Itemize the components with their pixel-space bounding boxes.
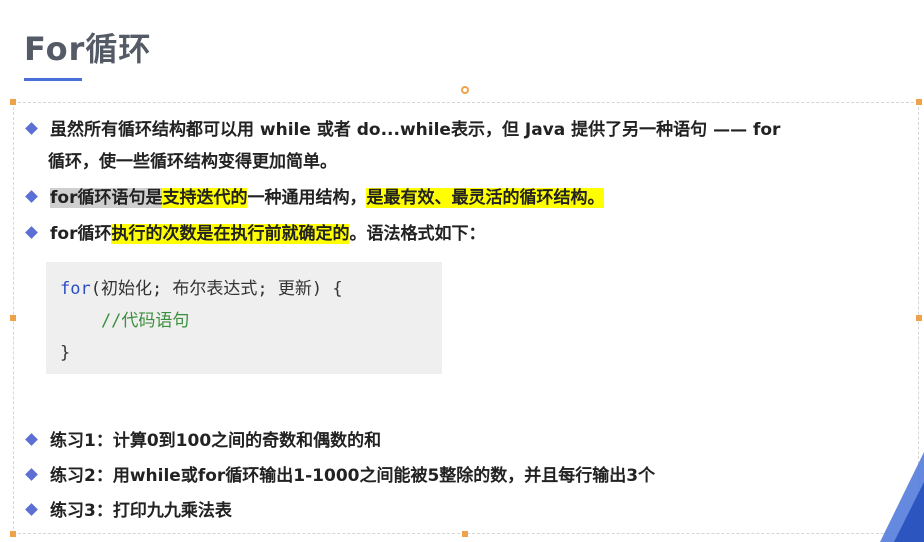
bullet-2-selected-text: for循环语句是	[50, 188, 163, 208]
bullet-2-highlight-2: 是最有效、最灵活的循环结构。	[366, 188, 605, 208]
diamond-bullet-icon	[25, 122, 38, 135]
code-line-1-rest: (初始化; 布尔表达式; 更新) {	[90, 279, 343, 299]
resize-handle-bottom-left[interactable]	[10, 531, 16, 537]
exercise-item-2: 练习2：用while或for循环输出1-1000之间能被5整除的数，并且每行输出…	[24, 460, 912, 492]
bullet-item-1: 虽然所有循环结构都可以用 while 或者 do...while表示，但 Jav…	[24, 114, 912, 178]
bullet-2-plain-text: 一种通用结构，	[247, 188, 367, 208]
resize-handle-mid-left[interactable]	[10, 315, 16, 321]
bullet-3-text-end: 。语法格式如下：	[349, 224, 486, 244]
title-underline	[24, 78, 82, 81]
bullet-3-highlight: 执行的次数是在执行前就确定的	[111, 224, 350, 244]
bullet-2-highlight-1: 支持迭代的	[162, 188, 248, 208]
code-block: for(初始化; 布尔表达式; 更新) { //代码语句 }	[46, 262, 442, 374]
bullet-3-text-start: for循环	[50, 224, 112, 244]
rotate-handle[interactable]	[461, 86, 469, 94]
bullet-item-2: for循环语句是支持迭代的一种通用结构，是最有效、最灵活的循环结构。	[24, 182, 912, 214]
code-line-1: for(初始化; 布尔表达式; 更新) {	[60, 278, 343, 300]
diamond-bullet-icon	[25, 503, 38, 516]
diamond-bullet-icon	[25, 226, 38, 239]
exercise-item-3: 练习3：打印九九乘法表	[24, 495, 912, 527]
slide-title: For循环	[24, 30, 152, 68]
resize-handle-mid-right[interactable]	[916, 315, 922, 321]
resize-handle-top-left[interactable]	[10, 99, 16, 105]
bullet-1-line-1: 虽然所有循环结构都可以用 while 或者 do...while表示，但 Jav…	[50, 120, 781, 140]
code-comment: //代码语句	[60, 311, 190, 331]
exercise-3-text: 练习3：打印九九乘法表	[50, 501, 232, 521]
exercise-item-1: 练习1：计算0到100之间的奇数和偶数的和	[24, 425, 912, 457]
exercise-1-text: 练习1：计算0到100之间的奇数和偶数的和	[50, 431, 382, 451]
bullet-1-line-2: 循环，使一些循环结构变得更加简单。	[48, 152, 337, 172]
corner-decoration-triangle	[880, 452, 924, 542]
diamond-bullet-icon	[25, 190, 38, 203]
resize-handle-bottom-mid[interactable]	[462, 531, 468, 537]
exercise-2-text: 练习2：用while或for循环输出1-1000之间能被5整除的数，并且每行输出…	[50, 466, 656, 486]
bullet-item-3: for循环执行的次数是在执行前就确定的。语法格式如下：	[24, 218, 912, 250]
resize-handle-top-right[interactable]	[916, 99, 922, 105]
diamond-bullet-icon	[25, 468, 38, 481]
code-closing-brace: }	[60, 343, 71, 363]
diamond-bullet-icon	[25, 433, 38, 446]
code-keyword-for: for	[60, 279, 91, 299]
